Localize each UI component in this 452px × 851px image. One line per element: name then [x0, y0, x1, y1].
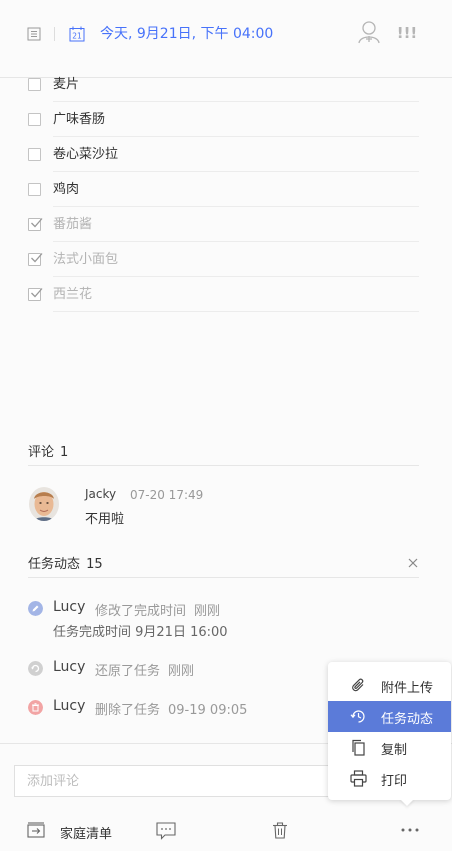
paperclip-icon [352, 678, 364, 692]
copy-icon [352, 739, 365, 756]
menu-item-copy[interactable]: 复制 [328, 732, 451, 763]
checklist-item-label[interactable]: 鸡肉 [53, 181, 79, 198]
menu-item-label: 任务动态 [381, 712, 434, 727]
checklist-item: 法式小面包 [0, 242, 452, 277]
activity-time: 刚刚 [194, 604, 221, 619]
checked-checkbox[interactable] [28, 253, 43, 266]
comment-time: 07-20 17:49 [130, 488, 204, 502]
checklist-item-label[interactable]: 番茄酱 [53, 216, 92, 233]
checklist-divider [53, 311, 419, 312]
checklist-item-label[interactable]: 法式小面包 [53, 251, 118, 268]
move-list-icon[interactable] [27, 822, 45, 838]
edit-icon [28, 601, 43, 616]
checklist: 麦片广味香肠卷心菜沙拉鸡肉番茄酱法式小面包西兰花 [0, 67, 452, 312]
menu-item-print[interactable]: 打印 [328, 763, 451, 794]
header-divider [54, 27, 55, 41]
menu-item-label: 复制 [381, 743, 408, 758]
activity-title: 任务动态 [28, 557, 81, 572]
history-icon [350, 710, 365, 723]
checklist-item: 广味香肠 [0, 102, 452, 137]
activity-desc: 修改了完成时间 刚刚 [95, 600, 220, 619]
calendar-day: 21 [72, 32, 82, 41]
activity-divider [28, 577, 419, 578]
restore-icon [28, 661, 43, 676]
activity-desc: 删除了任务 09-19 09:05 [95, 699, 247, 718]
checkmark-icon [31, 253, 43, 263]
activity-detail: 任务完成时间 9月21日 16:00 [53, 625, 228, 640]
checklist-item-label[interactable]: 卷心菜沙拉 [53, 146, 118, 163]
activity-time: 09-19 09:05 [168, 703, 248, 718]
activity-user: Lucy [53, 659, 86, 675]
checklist-item: 番茄酱 [0, 207, 452, 242]
checkmark-icon [31, 288, 43, 298]
activity-action: 还原了任务 [95, 664, 161, 679]
checkmark-icon [31, 218, 43, 228]
activity-time: 刚刚 [168, 664, 195, 679]
checkbox[interactable] [28, 183, 41, 196]
more-icon[interactable] [401, 828, 419, 832]
activity-desc: 还原了任务 刚刚 [95, 660, 194, 679]
delete-icon[interactable] [272, 822, 288, 839]
checkbox[interactable] [28, 78, 41, 91]
calendar-icon[interactable]: 21 [69, 26, 85, 42]
checklist-item: 西兰花 [0, 277, 452, 312]
comment-author: Jacky [85, 487, 117, 501]
close-icon[interactable] [407, 557, 419, 569]
menu-arrow [400, 799, 414, 806]
avatar [29, 487, 59, 521]
comments-count: 1 [60, 445, 69, 460]
checklist-item-label[interactable]: 麦片 [53, 76, 79, 93]
activity-heading: 任务动态 15 [28, 553, 103, 572]
activity-action: 修改了完成时间 [95, 604, 187, 619]
checklist-item: 麦片 [0, 67, 452, 102]
comment-input[interactable] [14, 765, 362, 797]
printer-icon [350, 770, 367, 787]
checked-checkbox[interactable] [28, 288, 43, 301]
menu-item-label: 打印 [381, 774, 408, 789]
checklist-item: 鸡肉 [0, 172, 452, 207]
priority-icon[interactable]: !!! [398, 24, 416, 40]
comments-heading: 评论 1 [28, 441, 68, 460]
checked-checkbox[interactable] [28, 218, 43, 231]
checklist-item-label[interactable]: 西兰花 [53, 286, 92, 303]
comment-icon[interactable] [156, 822, 176, 840]
checkbox[interactable] [28, 148, 41, 161]
due-date[interactable]: 今天, 9月21日, 下午 04:00 [100, 25, 273, 43]
checklist-item: 卷心菜沙拉 [0, 137, 452, 172]
comments-title: 评论 [28, 445, 55, 460]
checklist-item-label[interactable]: 广味香肠 [53, 111, 105, 128]
activity-action: 删除了任务 [95, 703, 161, 718]
activity-count: 15 [86, 557, 103, 572]
activity-user: Lucy [53, 698, 86, 714]
menu-item-label: 附件上传 [381, 681, 434, 696]
menu-item-upload[interactable]: 附件上传 [328, 670, 451, 701]
priority-mark: !!! [398, 24, 416, 40]
assign-user-icon[interactable] [358, 20, 380, 44]
menu-item-activity[interactable]: 任务动态 [328, 701, 451, 732]
trash-icon [28, 700, 43, 715]
more-menu: 附件上传 任务动态 复制 打印 [328, 662, 451, 800]
activity-user: Lucy [53, 599, 86, 615]
checkbox[interactable] [28, 113, 41, 126]
comments-divider [28, 465, 419, 466]
note-icon[interactable] [27, 27, 41, 41]
list-name[interactable]: 家庭清单 [60, 823, 112, 842]
comment-text: 不用啦 [85, 512, 125, 527]
